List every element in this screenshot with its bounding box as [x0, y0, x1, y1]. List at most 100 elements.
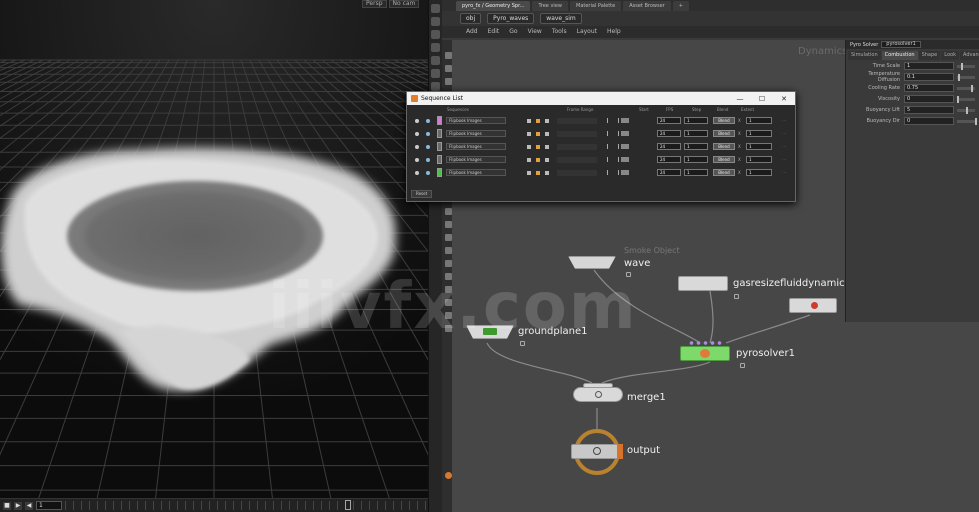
network-sticky-icon[interactable] — [444, 273, 452, 280]
network-link-icon[interactable] — [444, 286, 452, 293]
reload-icon[interactable] — [527, 170, 531, 175]
network-render-icon[interactable] — [444, 472, 452, 479]
param-slider-knob[interactable] — [957, 95, 959, 103]
groundplane-lock-icon[interactable] — [520, 341, 525, 346]
extent-field[interactable]: 1 — [746, 117, 772, 124]
blend-button[interactable]: Blend — [713, 130, 735, 137]
sequence-row[interactable]: Flipbook Images 24 1 Blend X 1 ⋯ — [407, 153, 795, 166]
reload-icon[interactable] — [527, 118, 531, 123]
network-dot-icon[interactable] — [444, 260, 452, 267]
rotate-tool-icon[interactable] — [431, 30, 440, 39]
range-toggle-icon[interactable] — [621, 157, 629, 162]
close-icon[interactable]: ✕ — [773, 95, 795, 103]
step-field[interactable]: 1 — [684, 169, 708, 176]
menu-go[interactable]: Go — [509, 26, 517, 38]
stop-button[interactable]: ■ — [3, 501, 11, 510]
step-field[interactable]: 1 — [684, 143, 708, 150]
menu-view[interactable]: View — [528, 26, 542, 38]
visibility-icon[interactable] — [415, 157, 419, 162]
param-value-field[interactable]: 0 — [904, 117, 954, 125]
sequence-name-field[interactable]: Flipbook Images — [446, 130, 506, 137]
tab-material-palette[interactable]: Material Palette — [570, 1, 622, 11]
param-slider-knob[interactable] — [970, 84, 973, 92]
range-bracket-icon[interactable] — [607, 118, 619, 123]
lock-icon[interactable] — [545, 170, 549, 175]
param-value-field[interactable]: 0.1 — [904, 73, 954, 81]
visibility-icon[interactable] — [415, 131, 419, 136]
param-slider-knob[interactable] — [966, 106, 968, 114]
range-bracket-icon[interactable] — [607, 157, 619, 162]
extent-field[interactable]: 1 — [746, 156, 772, 163]
param-slider[interactable] — [957, 84, 975, 92]
reload-icon[interactable] — [527, 157, 531, 162]
tab-network[interactable]: pyro_fx / Geometry Spr... — [456, 1, 531, 11]
sequence-name-field[interactable]: Flipbook Images — [446, 156, 506, 163]
param-slider[interactable] — [957, 73, 975, 81]
param-node-name-field[interactable]: pyrosolver1 — [881, 41, 921, 48]
timeline-scrubber[interactable] — [65, 500, 428, 510]
row-menu-icon[interactable]: ⋯ — [782, 118, 786, 123]
enable-icon[interactable] — [426, 170, 430, 175]
handle-tool-icon[interactable] — [431, 56, 440, 65]
path-pyro-waves[interactable]: Pyro_waves — [487, 13, 535, 24]
row-menu-icon[interactable]: ⋯ — [782, 131, 786, 136]
sequence-color-swatch[interactable] — [437, 142, 442, 151]
network-note-icon[interactable] — [444, 65, 452, 72]
step-field[interactable]: 1 — [684, 156, 708, 163]
frame-range-bar[interactable] — [557, 156, 597, 163]
tab-advanced[interactable]: Advanced — [959, 51, 979, 60]
view-tool-icon[interactable] — [431, 82, 440, 91]
sequence-name-field[interactable]: Flipbook Images — [446, 117, 506, 124]
fps-field[interactable]: 24 — [657, 156, 681, 163]
maximize-icon[interactable]: ☐ — [751, 95, 773, 103]
range-toggle-icon[interactable] — [621, 144, 629, 149]
range-bracket-icon[interactable] — [607, 170, 619, 175]
param-slider[interactable] — [957, 62, 975, 70]
sequence-color-swatch[interactable] — [437, 129, 442, 138]
blend-button[interactable]: Blend — [713, 156, 735, 163]
sequence-reset-button[interactable]: Reset — [411, 190, 433, 198]
tab-combustion[interactable]: Combustion — [881, 51, 918, 60]
frame-range-bar[interactable] — [557, 130, 597, 137]
row-menu-icon[interactable]: ⋯ — [782, 144, 786, 149]
scale-tool-icon[interactable] — [431, 43, 440, 52]
range-toggle-icon[interactable] — [621, 131, 629, 136]
path-obj[interactable]: obj — [460, 13, 482, 24]
lock-icon[interactable] — [545, 144, 549, 149]
extent-field[interactable]: 1 — [746, 169, 772, 176]
sequence-name-field[interactable]: Flipbook Images — [446, 143, 506, 150]
sequence-row[interactable]: Flipbook Images 24 1 Blend X 1 ⋯ — [407, 166, 795, 179]
network-grid-icon[interactable] — [444, 78, 452, 85]
menu-layout[interactable]: Layout — [577, 26, 597, 38]
select-tool-icon[interactable] — [431, 4, 440, 13]
sequence-row[interactable]: Flipbook Images 24 1 Blend X 1 ⋯ — [407, 127, 795, 140]
param-value-field[interactable]: 1 — [904, 62, 954, 70]
menu-tools[interactable]: Tools — [552, 26, 567, 38]
param-slider[interactable] — [957, 106, 975, 114]
sequence-color-swatch[interactable] — [437, 155, 442, 164]
network-select-icon[interactable] — [444, 52, 452, 59]
timeline-cursor[interactable] — [345, 500, 351, 510]
fps-field[interactable]: 24 — [657, 130, 681, 137]
frame-range-bar[interactable] — [557, 169, 597, 176]
blend-button[interactable]: Blend — [713, 169, 735, 176]
reload-icon[interactable] — [527, 144, 531, 149]
visibility-icon[interactable] — [415, 144, 419, 149]
path-wave-sim[interactable]: wave_sim — [540, 13, 582, 24]
folder-icon[interactable] — [536, 157, 540, 162]
param-value-field[interactable]: 0 — [904, 95, 954, 103]
scene-viewport[interactable]: Persp No cam ■ ▶ ◀ 1 — [0, 0, 428, 512]
param-slider-knob[interactable] — [960, 62, 963, 70]
tab-simulation[interactable]: Simulation — [848, 51, 881, 60]
step-back-icon[interactable]: ◀ — [25, 501, 33, 510]
range-bracket-icon[interactable] — [607, 144, 619, 149]
extent-field[interactable]: 1 — [746, 130, 772, 137]
folder-icon[interactable] — [536, 118, 540, 123]
enable-icon[interactable] — [426, 118, 430, 123]
network-extra-icon[interactable] — [444, 325, 452, 332]
row-menu-icon[interactable]: ⋯ — [782, 170, 786, 175]
step-field[interactable]: 1 — [684, 130, 708, 137]
lock-icon[interactable] — [545, 118, 549, 123]
step-field[interactable]: 1 — [684, 117, 708, 124]
param-slider[interactable] — [957, 95, 975, 103]
